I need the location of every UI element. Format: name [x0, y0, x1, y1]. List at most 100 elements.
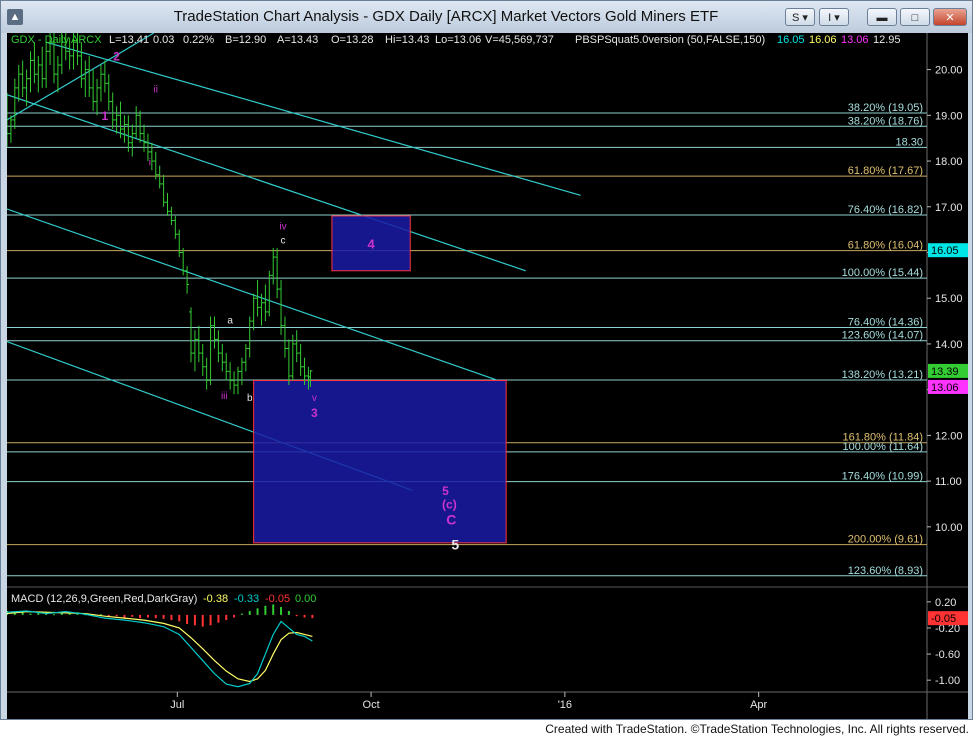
macd-histogram-bar — [170, 614, 173, 621]
wave-label: (c) — [442, 498, 457, 512]
chart-area[interactable]: 38.20% (19.05) 38.20% (18.76) 18.30 61.80% … — [5, 23, 968, 719]
x-tick-label: Oct — [363, 699, 380, 711]
header-last: L=13.41 — [109, 34, 149, 46]
header-ask: A=13.43 — [277, 34, 318, 46]
y-tick-label: 18.00 — [935, 156, 963, 168]
macd-y-tick-label: -1.00 — [935, 675, 960, 687]
s-menu-button[interactable]: S ▾ — [785, 8, 815, 26]
close-button[interactable]: ✕ — [933, 8, 967, 26]
y-tick-label: 17.00 — [935, 202, 963, 214]
header-exchange: ARCX — [71, 34, 102, 46]
channel-line — [6, 208, 499, 382]
macd-histogram-bar — [295, 614, 298, 617]
price-marker-label: 16.05 — [931, 245, 959, 257]
minimize-button[interactable]: ▬ — [867, 8, 897, 26]
fib-level-label: 138.20% (13.21) — [842, 369, 923, 381]
channel-line — [6, 32, 155, 121]
wave-label: b — [247, 393, 253, 404]
wave-label: ii — [154, 84, 158, 95]
macd-histogram-bar — [193, 614, 196, 626]
app-window: ▲ TradeStation Chart Analysis - GDX Dail… — [0, 0, 973, 720]
fib-level-label: 100.00% (15.44) — [842, 267, 923, 279]
fib-level-label: 76.40% (14.36) — [848, 316, 923, 328]
y-tick-label: 15.00 — [935, 293, 963, 305]
y-tick-label: 11.00 — [935, 476, 962, 488]
fib-level-label: 18.30 — [895, 136, 923, 148]
macd-value: -0.38 — [203, 593, 228, 605]
x-tick-label: Apr — [750, 699, 767, 711]
header-study: PBSPSquat5.0version (50,FALSE,150) — [575, 34, 765, 46]
header-low: Lo=13.06 — [435, 34, 481, 46]
header-change: 0.03 — [153, 34, 174, 46]
macd-signal-line — [6, 611, 313, 683]
x-tick-label: '16 — [558, 699, 572, 711]
macd-histogram-bar — [52, 614, 55, 616]
macd-y-tick-label: -0.60 — [935, 649, 960, 661]
macd-histogram-bar — [139, 614, 142, 619]
macd-histogram-bar — [146, 614, 149, 618]
wave-label: a — [227, 315, 233, 326]
macd-histogram-bar — [272, 604, 275, 615]
wave-label: 3 — [311, 406, 318, 420]
macd-label: MACD (12,26,9,Green,Red,DarkGray) — [11, 593, 197, 605]
s-button-label: S — [792, 12, 800, 24]
header-volume: V=45,569,737 — [485, 34, 554, 46]
wave-label: 5 — [451, 537, 459, 553]
macd-histogram-bar — [264, 605, 267, 615]
header-change-pct: 0.22% — [183, 34, 214, 46]
macd-histogram-bar — [123, 614, 126, 618]
y-tick-label: 12.00 — [935, 430, 963, 442]
macd-histogram-bar — [240, 613, 243, 615]
header-symbol: GDX - Daily — [11, 34, 70, 46]
macd-histogram-bar — [209, 614, 212, 626]
header-study-value-1: 16.05 — [777, 34, 805, 46]
credit-text: Created with TradeStation. ©TradeStation… — [545, 722, 969, 736]
close-icon: ✕ — [945, 12, 955, 24]
target-box-label: 4 — [367, 236, 375, 251]
y-tick-label: 14.00 — [935, 339, 963, 351]
x-tick-label: Jul — [170, 699, 184, 711]
macd-histogram-bar — [131, 614, 134, 617]
fib-level-label: 100.00% (11.64) — [842, 441, 923, 453]
macd-histogram-bar — [233, 614, 236, 618]
maximize-button[interactable]: □ — [900, 8, 930, 26]
fib-level-label: 200.00% (9.61) — [848, 534, 923, 546]
wave-label: 5 — [442, 484, 449, 498]
header-bid: B=12.90 — [225, 34, 266, 46]
fib-level-label: 38.20% (18.76) — [848, 115, 923, 127]
minimize-icon: ▬ — [876, 12, 888, 24]
header-study-value-2: 16.06 — [809, 34, 837, 46]
price-marker-label: 13.06 — [931, 382, 959, 394]
macd-histogram-bar — [115, 614, 118, 617]
i-menu-button[interactable]: I ▾ — [819, 8, 849, 26]
window-title: TradeStation Chart Analysis - GDX Daily … — [173, 8, 719, 25]
price-marker-label: 13.39 — [931, 366, 959, 378]
fib-level-label: 38.20% (19.05) — [848, 102, 923, 114]
wave-label: v — [312, 393, 317, 404]
macd-histogram-bar — [311, 614, 314, 619]
macd-histogram-bar — [287, 610, 290, 615]
macd-histogram-bar — [217, 614, 220, 623]
fib-level-label: 176.40% (10.99) — [842, 471, 923, 483]
wave-label: c — [281, 235, 286, 246]
wave-label: 2 — [113, 49, 120, 63]
wave-label: i — [149, 158, 151, 169]
i-button-label: I — [828, 12, 832, 24]
macd-hist-value: -0.05 — [265, 593, 290, 605]
macd-histogram-bar — [280, 607, 283, 615]
wave-label: iv — [279, 222, 286, 233]
macd-histogram-bar — [303, 614, 306, 618]
fib-level-label: 61.80% (16.04) — [848, 240, 923, 252]
target-box — [253, 380, 507, 544]
macd-histogram-bar — [186, 614, 189, 625]
macd-histogram-bar — [68, 613, 71, 615]
title-bar[interactable]: ▲ TradeStation Chart Analysis - GDX Dail… — [1, 1, 972, 33]
channel-line — [45, 41, 581, 196]
macd-zero-value: 0.00 — [295, 593, 316, 605]
wave-label: iii — [221, 391, 228, 402]
y-tick-label: 20.00 — [935, 65, 963, 77]
header-study-value-3: 13.06 — [841, 34, 869, 46]
macd-y-tick-label: 0.20 — [935, 597, 956, 609]
header-open: O=13.28 — [331, 34, 374, 46]
price-chart-svg[interactable]: 38.20% (19.05)38.20% (18.76) 18.30 61.80% … — [5, 23, 968, 719]
